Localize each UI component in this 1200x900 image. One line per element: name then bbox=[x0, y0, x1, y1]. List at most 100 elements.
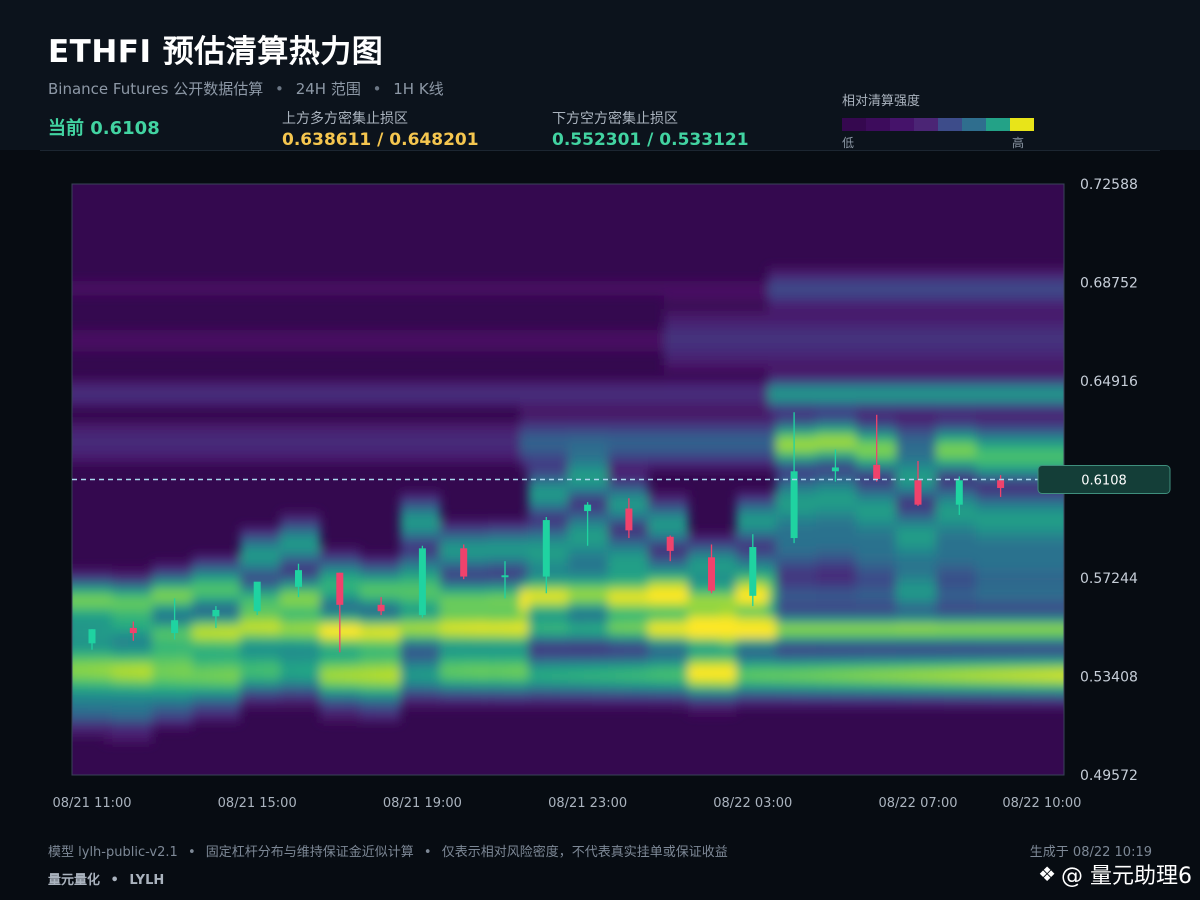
heatmap-cell bbox=[544, 344, 553, 352]
heatmap-cell bbox=[576, 330, 585, 338]
heatmap-cell bbox=[704, 673, 713, 681]
heatmap-cell bbox=[368, 617, 377, 625]
heatmap-cell bbox=[216, 673, 225, 681]
heatmap-cell bbox=[600, 638, 609, 646]
heatmap-cell bbox=[888, 533, 897, 541]
heatmap-cell bbox=[184, 673, 193, 681]
heatmap-cell bbox=[688, 421, 697, 429]
heatmap-cell bbox=[568, 694, 577, 702]
heatmap-cell bbox=[520, 540, 529, 548]
heatmap-cell bbox=[576, 477, 585, 485]
heatmap-cell bbox=[752, 505, 761, 513]
heatmap-cell bbox=[672, 337, 681, 345]
heatmap-cell bbox=[736, 428, 745, 436]
heatmap-cell bbox=[344, 379, 353, 387]
heatmap-cell bbox=[472, 575, 481, 583]
heatmap-cell bbox=[312, 701, 321, 709]
heatmap-cell bbox=[680, 358, 689, 366]
heatmap-cell bbox=[648, 491, 657, 499]
heatmap-cell bbox=[744, 540, 753, 548]
heatmap-cell bbox=[176, 694, 185, 702]
heatmap-cell bbox=[640, 421, 649, 429]
heatmap-cell bbox=[744, 624, 753, 632]
heatmap-cell bbox=[760, 624, 769, 632]
heatmap-cell bbox=[224, 694, 233, 702]
heatmap-cell bbox=[520, 624, 529, 632]
heatmap-cell bbox=[360, 687, 369, 695]
heatmap-cell bbox=[624, 596, 633, 604]
heatmap-cell bbox=[112, 659, 121, 667]
heatmap-cell bbox=[688, 393, 697, 401]
heatmap-cell bbox=[88, 722, 97, 730]
heatmap-cell bbox=[616, 526, 625, 534]
heatmap-cell bbox=[72, 666, 81, 674]
heatmap-cell bbox=[496, 526, 505, 534]
heatmap-cell bbox=[304, 547, 313, 555]
heatmap-cell bbox=[824, 484, 833, 492]
heatmap-cell bbox=[568, 610, 577, 618]
heatmap-cell bbox=[136, 722, 145, 730]
heatmap-cell bbox=[880, 477, 889, 485]
heatmap-cell bbox=[280, 568, 289, 576]
heatmap-cell bbox=[168, 393, 177, 401]
heatmap-cell bbox=[168, 421, 177, 429]
heatmap-cell bbox=[696, 442, 705, 450]
heatmap-cell bbox=[280, 533, 289, 541]
heatmap-cell bbox=[376, 386, 385, 394]
heatmap-cell bbox=[72, 673, 73, 681]
heatmap-cell bbox=[152, 428, 161, 436]
heatmap-cell bbox=[408, 379, 417, 387]
heatmap-cell bbox=[776, 309, 785, 317]
heatmap-cell bbox=[752, 288, 761, 296]
heatmap-cell bbox=[88, 729, 97, 737]
heatmap-cell bbox=[712, 309, 721, 317]
heatmap-cell bbox=[480, 428, 489, 436]
heatmap-cell bbox=[120, 393, 129, 401]
heatmap-cell bbox=[288, 379, 297, 387]
heatmap-cell bbox=[232, 659, 241, 667]
heatmap-cell bbox=[848, 540, 857, 548]
heatmap-cell bbox=[216, 582, 225, 590]
heatmap-cell bbox=[840, 694, 849, 702]
heatmap-cell bbox=[656, 281, 665, 289]
heatmap-cell bbox=[776, 372, 785, 380]
heatmap-cell bbox=[544, 582, 553, 590]
heatmap-cell bbox=[624, 428, 633, 436]
heatmap-cell bbox=[520, 659, 529, 667]
heatmap-cell bbox=[408, 337, 417, 345]
heatmap-cell bbox=[568, 288, 577, 296]
heatmap-cell bbox=[80, 400, 89, 408]
heatmap-cell bbox=[248, 701, 257, 709]
heatmap-cell bbox=[312, 631, 321, 639]
heatmap-cell bbox=[240, 281, 249, 289]
heatmap-cell bbox=[232, 288, 241, 296]
heatmap-cell bbox=[832, 274, 841, 282]
heatmap-cell bbox=[184, 386, 193, 394]
heatmap-cell bbox=[848, 498, 857, 506]
heatmap-cell bbox=[536, 498, 545, 506]
heatmap-cell bbox=[616, 680, 625, 688]
heatmap-cell bbox=[264, 575, 273, 583]
heatmap-cell bbox=[792, 316, 801, 324]
heatmap-cell bbox=[88, 330, 97, 338]
heatmap-cell bbox=[448, 624, 457, 632]
heatmap-cell bbox=[736, 575, 745, 583]
heatmap-cell bbox=[72, 729, 81, 737]
heatmap-cell bbox=[544, 673, 553, 681]
heatmap-cell bbox=[712, 435, 721, 443]
heatmap-cell bbox=[688, 316, 697, 324]
heatmap-cell bbox=[336, 715, 345, 723]
heatmap-cell bbox=[408, 701, 417, 709]
heatmap-cell bbox=[808, 547, 817, 555]
heatmap-cell bbox=[720, 582, 729, 590]
heatmap-cell bbox=[304, 575, 313, 583]
heatmap-cell bbox=[400, 603, 409, 611]
heatmap-cell bbox=[840, 456, 849, 464]
heatmap-cell bbox=[528, 498, 537, 506]
heatmap-cell bbox=[880, 603, 889, 611]
heatmap-cell bbox=[840, 561, 849, 569]
heatmap-cell bbox=[608, 645, 617, 653]
heatmap-cell bbox=[728, 407, 737, 415]
heatmap-cell bbox=[288, 512, 297, 520]
heatmap-cell bbox=[800, 610, 809, 618]
